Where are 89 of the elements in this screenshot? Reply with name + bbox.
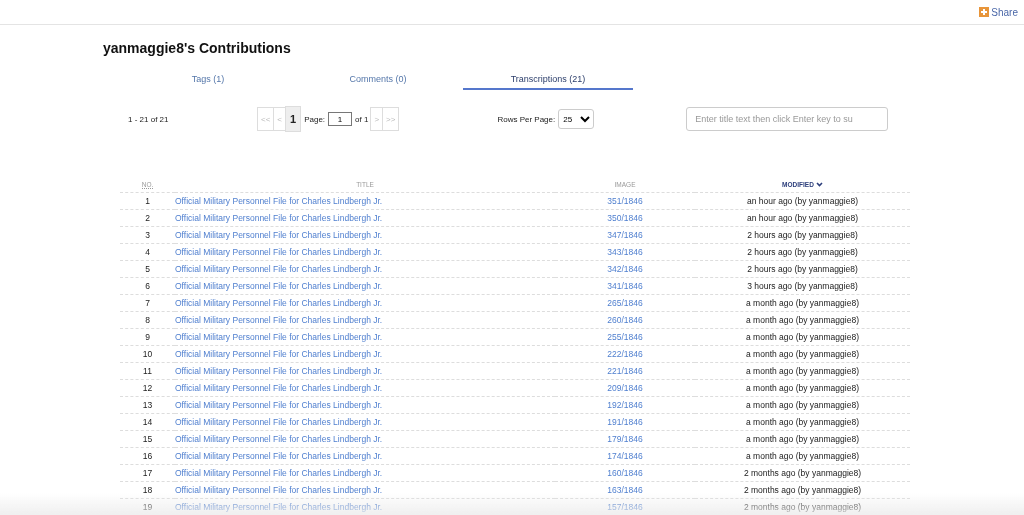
modified-cell: a month ago (by yanmaggie8) <box>695 362 910 380</box>
number-cell: 5 <box>120 260 175 278</box>
number-cell: 16 <box>120 447 175 465</box>
image-link[interactable]: 351/1846 <box>607 196 643 206</box>
tab[interactable]: Comments (0) <box>293 74 463 90</box>
image-link[interactable]: 192/1846 <box>607 400 643 410</box>
tab[interactable]: Transcriptions (21) <box>463 74 633 90</box>
title-link[interactable]: Official Military Personnel File for Charles Lindbergh Jr. <box>175 247 383 257</box>
modified-cell: 2 months ago (by yanmaggie8) <box>695 498 910 515</box>
page-heading: yanmaggie8's Contributions <box>103 40 292 56</box>
title-link[interactable]: Official Military Personnel File for Charles Lindbergh Jr. <box>175 434 383 444</box>
image-link[interactable]: 221/1846 <box>607 366 643 376</box>
search-field[interactable]: Enter title text then click Enter key to su <box>686 107 889 131</box>
number-cell: 17 <box>120 464 175 482</box>
modified-cell: 2 hours ago (by yanmaggie8) <box>695 260 910 278</box>
number-cell: 7 <box>120 294 175 312</box>
modified-cell: an hour ago (by yanmaggie8) <box>695 209 910 227</box>
rows-per-page-label: Rows Per Page: <box>497 114 556 124</box>
modified-cell: a month ago (by yanmaggie8) <box>695 396 910 414</box>
image-link[interactable]: 343/1846 <box>607 247 643 257</box>
number-cell: 15 <box>120 430 175 448</box>
modified-cell: a month ago (by yanmaggie8) <box>695 328 910 346</box>
title-link[interactable]: Official Military Personnel File for Charles Lindbergh Jr. <box>175 332 383 342</box>
page-count: of 1 <box>355 114 369 124</box>
title-link[interactable]: Official Military Personnel File for Charles Lindbergh Jr. <box>175 196 383 206</box>
number-cell: 19 <box>120 498 175 515</box>
modified-cell: 2 hours ago (by yanmaggie8) <box>695 226 910 244</box>
number-cell: 8 <box>120 311 175 329</box>
modified-cell: 2 months ago (by yanmaggie8) <box>695 464 910 482</box>
image-link[interactable]: 341/1846 <box>607 281 643 291</box>
image-link[interactable]: 174/1846 <box>607 451 643 461</box>
title-link[interactable]: Official Military Personnel File for Charles Lindbergh Jr. <box>175 230 383 240</box>
title-link[interactable]: Official Military Personnel File for Charles Lindbergh Jr. <box>175 400 383 410</box>
rows-per-page-select[interactable]: 25 <box>558 109 595 129</box>
image-link[interactable]: 350/1846 <box>607 213 643 223</box>
image-link[interactable]: 160/1846 <box>607 468 643 478</box>
share-link[interactable]: Share <box>979 6 1018 18</box>
modified-cell: a month ago (by yanmaggie8) <box>695 345 910 363</box>
image-link[interactable]: 191/1846 <box>607 417 643 427</box>
image-link[interactable]: 255/1846 <box>607 332 643 342</box>
page-input[interactable]: 1 <box>328 112 353 126</box>
title-link[interactable]: Official Military Personnel File for Charles Lindbergh Jr. <box>175 264 383 274</box>
modified-cell: a month ago (by yanmaggie8) <box>695 379 910 397</box>
range-text: 1 - 21 of 21 <box>127 114 170 124</box>
number-cell: 6 <box>120 277 175 295</box>
image-link[interactable]: 342/1846 <box>607 264 643 274</box>
modified-cell: 2 hours ago (by yanmaggie8) <box>695 243 910 261</box>
tab[interactable]: Tags (1) <box>123 74 293 90</box>
title-link[interactable]: Official Military Personnel File for Charles Lindbergh Jr. <box>175 213 383 223</box>
modified-cell: a month ago (by yanmaggie8) <box>695 311 910 329</box>
number-cell: 1 <box>120 192 175 210</box>
modified-cell: 2 months ago (by yanmaggie8) <box>695 481 910 499</box>
modified-cell: an hour ago (by yanmaggie8) <box>695 192 910 210</box>
plus-icon <box>979 7 990 17</box>
title-link[interactable]: Official Military Personnel File for Charles Lindbergh Jr. <box>175 451 383 461</box>
title-link[interactable]: Official Military Personnel File for Charles Lindbergh Jr. <box>175 315 383 325</box>
number-cell: 10 <box>120 345 175 363</box>
caret-icon <box>815 181 823 187</box>
modified-cell: a month ago (by yanmaggie8) <box>695 447 910 465</box>
image-link[interactable]: 347/1846 <box>607 230 643 240</box>
page-label: Page: <box>304 114 326 124</box>
number-cell: 14 <box>120 413 175 431</box>
number-cell: 9 <box>120 328 175 346</box>
image-link[interactable]: 209/1846 <box>607 383 643 393</box>
title-link[interactable]: Official Military Personnel File for Charles Lindbergh Jr. <box>175 417 383 427</box>
title-link[interactable]: Official Military Personnel File for Charles Lindbergh Jr. <box>175 485 383 495</box>
modified-cell: 3 hours ago (by yanmaggie8) <box>695 277 910 295</box>
image-link[interactable]: 265/1846 <box>607 298 643 308</box>
title-link[interactable]: Official Military Personnel File for Charles Lindbergh Jr. <box>175 349 383 359</box>
current-page: 1 <box>285 106 302 132</box>
number-cell: 3 <box>120 226 175 244</box>
image-link[interactable]: 260/1846 <box>607 315 643 325</box>
modified-cell: a month ago (by yanmaggie8) <box>695 294 910 312</box>
modified-cell: a month ago (by yanmaggie8) <box>695 430 910 448</box>
number-cell: 12 <box>120 379 175 397</box>
title-link[interactable]: Official Military Personnel File for Charles Lindbergh Jr. <box>175 366 383 376</box>
number-cell: 18 <box>120 481 175 499</box>
number-cell: 11 <box>120 362 175 380</box>
number-cell: 13 <box>120 396 175 414</box>
image-link[interactable]: 163/1846 <box>607 485 643 495</box>
title-link[interactable]: Official Military Personnel File for Charles Lindbergh Jr. <box>175 281 383 291</box>
image-link[interactable]: 179/1846 <box>607 434 643 444</box>
title-link[interactable]: Official Military Personnel File for Charles Lindbergh Jr. <box>175 383 383 393</box>
title-link[interactable]: Official Military Personnel File for Charles Lindbergh Jr. <box>175 468 383 478</box>
image-link[interactable]: 222/1846 <box>607 349 643 359</box>
title-link[interactable]: Official Military Personnel File for Charles Lindbergh Jr. <box>175 298 383 308</box>
modified-cell: a month ago (by yanmaggie8) <box>695 413 910 431</box>
number-cell: 2 <box>120 209 175 227</box>
number-cell: 4 <box>120 243 175 261</box>
